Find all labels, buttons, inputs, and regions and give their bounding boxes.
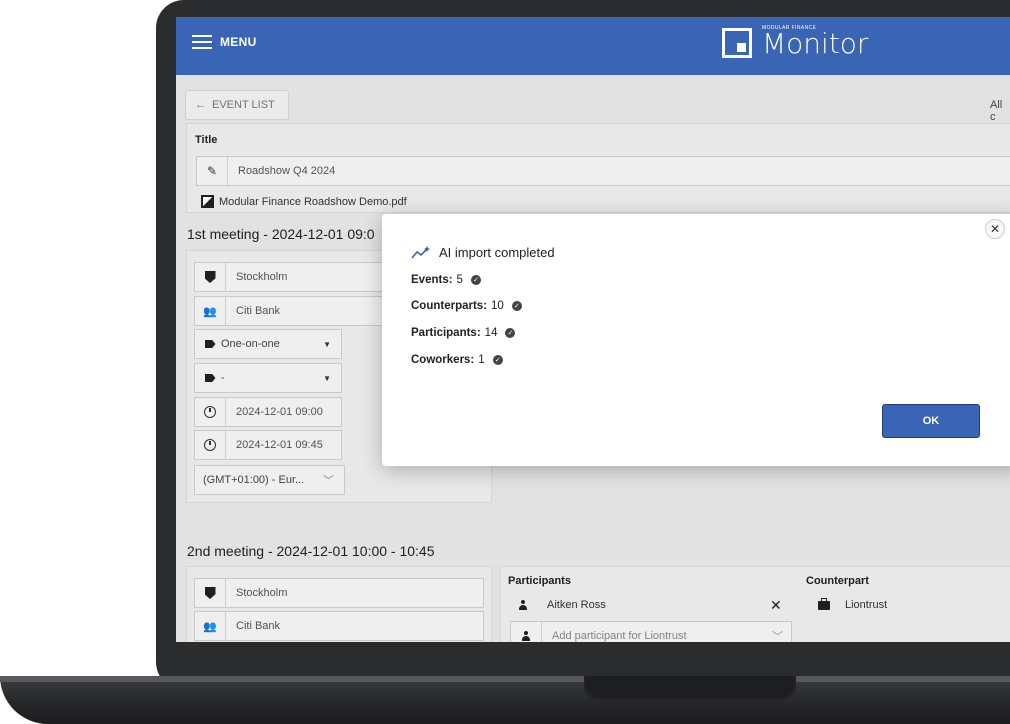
ai-import-dialog: ✕ AI import completed Events: 5 ✓ Counte… (382, 214, 1010, 466)
events-value: 5 (456, 274, 463, 286)
participants-row: Participants: 14 ✓ (411, 327, 516, 339)
coworkers-value: 1 (478, 354, 485, 366)
counterparts-value: 10 (491, 300, 504, 312)
check-circle-icon: ✓ (492, 355, 503, 365)
events-row: Events: 5 ✓ (411, 274, 481, 286)
dialog-title-row: AI import completed (411, 245, 555, 260)
monitor-logo[interactable]: MODULAR FINANCE Monitor (722, 25, 868, 58)
sparkle-chart-icon (411, 245, 430, 259)
coworkers-label: Coworkers: (411, 354, 475, 366)
laptop-base-edge (0, 676, 1010, 682)
top-bar: MENU MODULAR FINANCE Monitor (176, 17, 1010, 75)
counterparts-row: Counterparts: 10 ✓ (411, 300, 522, 312)
counterparts-label: Counterparts: (411, 300, 488, 312)
ok-button[interactable]: OK (882, 404, 980, 438)
laptop-notch (584, 676, 796, 702)
hamburger-icon (192, 35, 212, 49)
check-circle-icon: ✓ (470, 275, 481, 285)
menu-button[interactable]: MENU (192, 35, 257, 49)
laptop-bezel (176, 642, 1010, 676)
close-icon[interactable]: ✕ (985, 219, 1005, 239)
menu-label: MENU (220, 35, 257, 49)
coworkers-row: Coworkers: 1 ✓ (411, 354, 503, 366)
dialog-title: AI import completed (439, 245, 555, 260)
logo-title: Monitor (762, 27, 869, 60)
laptop-base (0, 676, 1010, 724)
events-label: Events: (411, 274, 453, 286)
logo-mark-icon (722, 28, 752, 58)
participants-count-label: Participants: (411, 327, 481, 339)
participants-value: 14 (484, 327, 498, 339)
check-circle-icon: ✓ (505, 328, 516, 338)
app-screen: MENU MODULAR FINANCE Monitor ← EVENT LIS… (176, 17, 1010, 642)
check-circle-icon: ✓ (511, 301, 522, 311)
